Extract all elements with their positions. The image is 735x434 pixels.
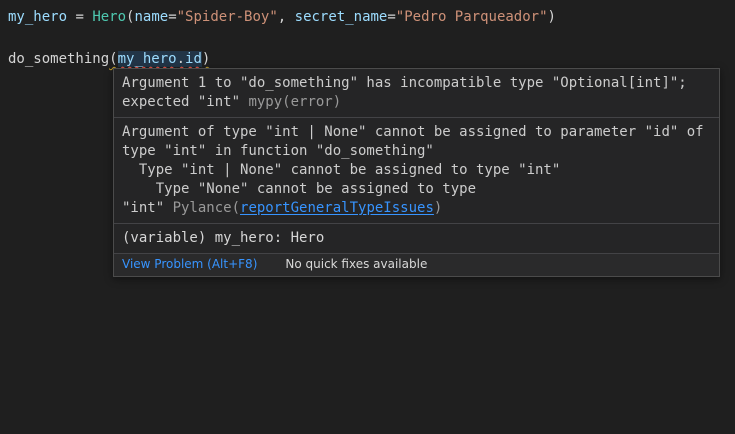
warning-squiggle: (my_hero.id)	[109, 51, 210, 67]
mypy-source-label: mypy(error)	[248, 94, 341, 110]
hover-definition: (variable) my_hero: Hero	[114, 223, 719, 253]
param-token: name	[134, 9, 168, 25]
variable-definition-text: (variable) my_hero: Hero	[122, 230, 324, 246]
string-token: "Spider-Boy"	[177, 9, 278, 25]
variable-token: my_hero	[8, 9, 67, 25]
mypy-message-line1: Argument 1 to "do_something" has incompa…	[122, 75, 687, 91]
pylance-source-label: Pylance(	[173, 200, 240, 216]
pylance-message-line2: type "int" in function "do_something"	[122, 143, 434, 159]
dot-token: .	[177, 51, 185, 67]
paren-token: (	[109, 51, 117, 67]
diagnostic-pylance: Argument of type "int | None" cannot be …	[114, 117, 719, 223]
hover-status-bar: View Problem (Alt+F8) No quick fixes ava…	[114, 253, 719, 276]
pylance-rule-link[interactable]: reportGeneralTypeIssues	[240, 200, 434, 216]
code-line-3[interactable]: do_something(my_hero.id)	[8, 49, 735, 70]
class-token: Hero	[92, 9, 126, 25]
mypy-message-line2: expected "int"	[122, 94, 248, 110]
code-line-1[interactable]: my_hero = Hero(name="Spider-Boy", secret…	[8, 7, 735, 28]
no-quick-fixes-label: No quick fixes available	[285, 257, 427, 272]
comma-token: ,	[278, 9, 295, 25]
pylance-message-line5: "int"	[122, 200, 173, 216]
paren-token: )	[202, 51, 210, 67]
function-call-token: do_something	[8, 51, 109, 67]
pylance-message-line1: Argument of type "int | None" cannot be …	[122, 124, 704, 140]
operator-token: =	[168, 9, 176, 25]
attribute-token: id	[185, 51, 202, 67]
hover-tooltip: Argument 1 to "do_something" has incompa…	[113, 68, 720, 277]
error-squiggle-highlighted-arg[interactable]: my_hero.id	[118, 51, 202, 67]
pylance-source-paren: )	[434, 200, 442, 216]
operator-token: =	[67, 9, 92, 25]
paren-token: )	[548, 9, 556, 25]
pylance-message-line4: Type "None" cannot be assigned to type	[122, 181, 476, 197]
variable-token: my_hero	[118, 51, 177, 67]
view-problem-link[interactable]: View Problem (Alt+F8)	[122, 257, 257, 272]
diagnostic-mypy: Argument 1 to "do_something" has incompa…	[114, 69, 719, 117]
code-line-2-empty[interactable]	[8, 28, 735, 49]
pylance-message-line3: Type "int | None" cannot be assigned to …	[122, 162, 560, 178]
string-token: "Pedro Parqueador"	[396, 9, 548, 25]
param-token: secret_name	[295, 9, 388, 25]
operator-token: =	[387, 9, 395, 25]
